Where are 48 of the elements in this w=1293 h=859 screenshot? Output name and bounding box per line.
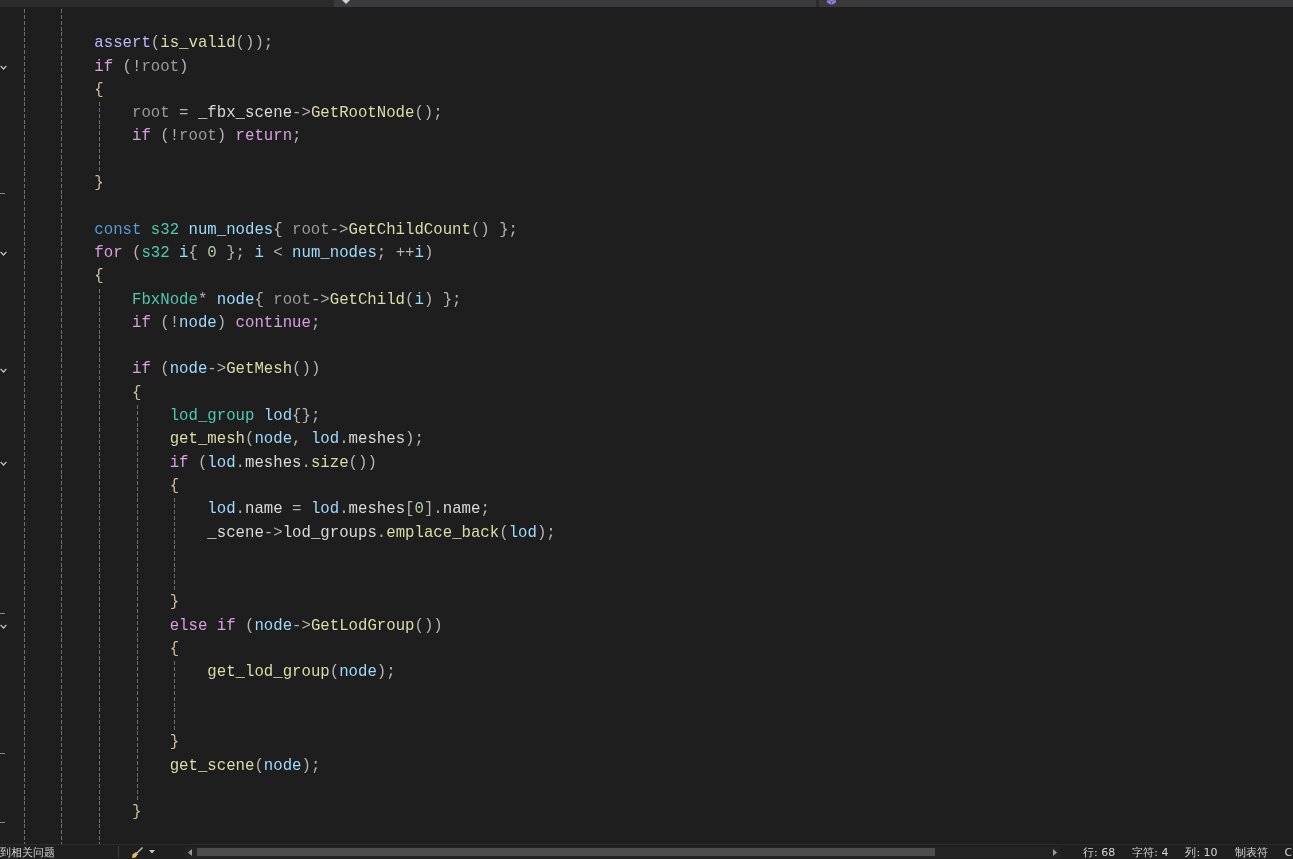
issues-status[interactable]: 到相关问题 — [0, 845, 55, 859]
code-line: FbxNode* node{ root->GetChild(i) }; — [132, 289, 462, 311]
code-line: lod.name = lod.meshes[0].name; — [207, 499, 490, 521]
code-line: { — [169, 639, 180, 660]
chevron-down-icon[interactable] — [0, 460, 7, 466]
code-line: _scene->lod_groups.emplace_back(lod); — [207, 522, 556, 544]
scrollbar-thumb[interactable] — [197, 848, 935, 856]
status-item[interactable]: C — [1284, 845, 1293, 859]
code-line: } — [132, 802, 142, 824]
triangle-icon — [342, 0, 350, 4]
code-line: root = _fbx_scene->GetRootNode(); — [132, 103, 443, 125]
code-line: get_lod_group(node); — [207, 662, 396, 684]
code-line: { — [169, 475, 180, 497]
scroll-left-button[interactable] — [185, 846, 195, 858]
chevron-down-icon[interactable] — [0, 367, 7, 373]
chevron-down-icon[interactable] — [0, 623, 7, 629]
code-line: { — [132, 382, 142, 404]
code-line: const s32 num_nodes{ root->GetChildCount() }; — [94, 219, 518, 241]
triangle-right-icon — [1053, 848, 1057, 856]
horizontal-scrollbar[interactable] — [185, 846, 1060, 858]
code-line: get_mesh(node, lod.meshes); — [169, 429, 424, 451]
code-line: if (!root) — [94, 56, 189, 78]
caret-icon — [149, 850, 155, 854]
code-line: } — [169, 592, 180, 614]
cube-icon — [827, 0, 836, 5]
status-item[interactable]: 字符: 4 — [1132, 845, 1169, 859]
code-line: for (s32 i{ 0 }; i < num_nodes; ++i) — [94, 242, 434, 264]
brush-icon — [132, 846, 143, 858]
status-item[interactable]: 制表符 — [1234, 845, 1268, 859]
code-line: } — [169, 732, 180, 754]
code-line: { — [94, 79, 104, 101]
code-line: assert(is_valid()); — [94, 33, 274, 55]
code-line: if (lod.meshes.size()) — [169, 452, 377, 474]
code-line: if (node->GetMesh()) — [132, 359, 321, 381]
code-line: if (!root) return; — [132, 126, 302, 148]
code-line: } — [94, 173, 104, 195]
code-line: lod_group lod{}; — [169, 406, 321, 428]
triangle-left-icon — [188, 848, 192, 856]
status-item[interactable]: 列: 10 — [1185, 845, 1218, 859]
status-item[interactable]: 行: 68 — [1083, 845, 1116, 859]
code-line: if (!node) continue; — [132, 312, 321, 334]
chevron-down-icon[interactable] — [0, 64, 7, 70]
code-line: get_scene(node); — [169, 755, 321, 777]
code-cleanup-button[interactable] — [130, 846, 157, 858]
code-line: else if (node->GetLodGroup()) — [169, 615, 443, 637]
scroll-right-button[interactable] — [1050, 846, 1060, 858]
chevron-down-icon[interactable] — [0, 251, 7, 257]
code-line: { — [94, 266, 104, 288]
